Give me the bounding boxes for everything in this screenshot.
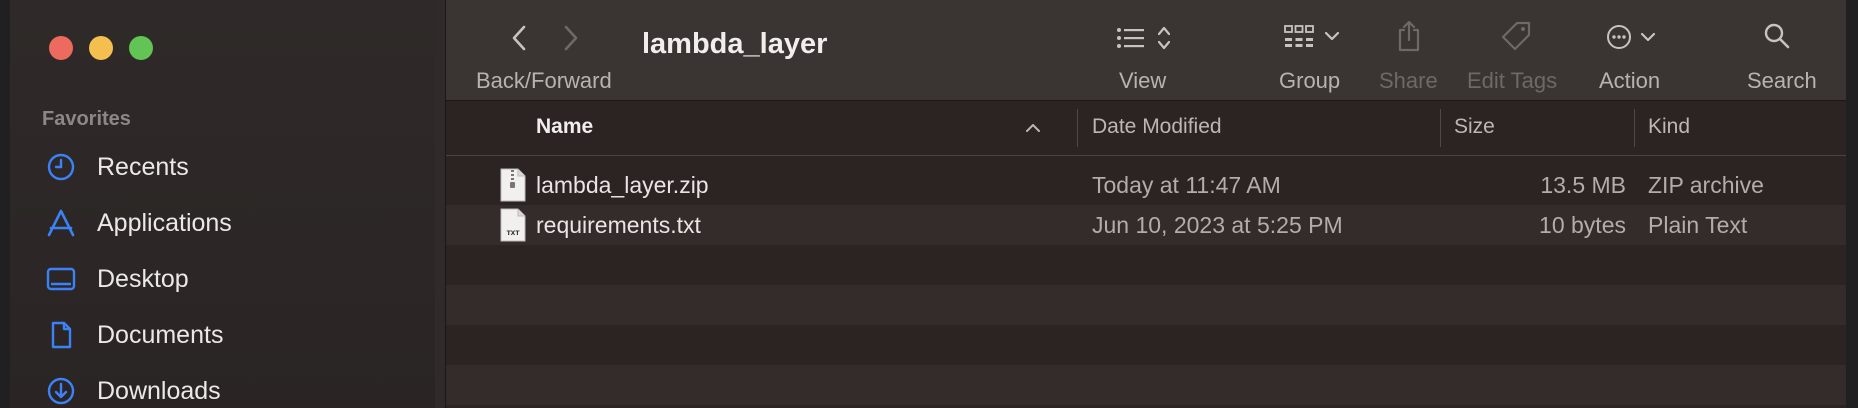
file-name: lambda_layer.zip xyxy=(536,172,709,198)
updown-chevron-icon[interactable] xyxy=(1156,24,1172,52)
sidebar-item-applications[interactable]: Applications xyxy=(46,203,426,243)
file-name: requirements.txt xyxy=(536,212,701,238)
applications-icon xyxy=(47,209,75,237)
edit-tags-label: Edit Tags xyxy=(1467,68,1558,93)
document-icon xyxy=(51,321,72,349)
column-separator[interactable] xyxy=(1440,109,1441,147)
back-icon[interactable] xyxy=(510,24,530,52)
chevron-down-icon[interactable] xyxy=(1324,30,1340,42)
column-size[interactable]: Size xyxy=(1454,115,1495,139)
back-forward-label: Back/Forward xyxy=(476,68,612,93)
window-title: lambda_layer xyxy=(642,28,828,60)
empty-row xyxy=(446,285,1846,325)
column-date-modified[interactable]: Date Modified xyxy=(1092,115,1222,139)
action-label: Action xyxy=(1599,68,1661,93)
column-name[interactable]: Name xyxy=(536,115,593,139)
download-icon xyxy=(47,377,75,405)
zoom-button[interactable] xyxy=(129,36,153,60)
file-type-badge: TXT xyxy=(507,230,521,237)
sidebar-item-label: Downloads xyxy=(97,376,221,405)
tag-icon[interactable] xyxy=(1500,20,1532,52)
empty-row xyxy=(446,325,1846,365)
chevron-down-icon[interactable] xyxy=(1640,31,1656,43)
close-button[interactable] xyxy=(49,36,73,60)
share-label: Share xyxy=(1379,68,1438,93)
sidebar-item-desktop[interactable]: Desktop xyxy=(46,259,426,299)
file-size: 13.5 MB xyxy=(1540,172,1626,198)
empty-row xyxy=(446,245,1846,285)
file-kind: ZIP archive xyxy=(1648,172,1764,198)
sidebar-item-label: Desktop xyxy=(97,264,189,293)
column-kind[interactable]: Kind xyxy=(1648,115,1690,139)
group-label: Group xyxy=(1279,68,1341,93)
sidebar: Favorites Recents Applications Desktop D… xyxy=(10,0,435,408)
sidebar-item-label: Recents xyxy=(97,152,189,181)
toolbar: Back/Forward lambda_layer View Group Sha… xyxy=(446,0,1846,101)
empty-row xyxy=(446,365,1846,405)
file-row[interactable]: lambda_layer.zip Today at 11:47 AM 13.5 … xyxy=(446,165,1846,205)
sort-ascending-icon[interactable] xyxy=(1025,122,1041,134)
text-file-icon: TXT xyxy=(500,208,526,242)
sidebar-item-recents[interactable]: Recents xyxy=(46,147,426,187)
group-grid-icon[interactable] xyxy=(1284,24,1314,50)
file-kind: Plain Text xyxy=(1648,212,1748,238)
sidebar-divider xyxy=(435,0,445,408)
column-separator[interactable] xyxy=(1634,109,1635,147)
finder-window: Favorites Recents Applications Desktop D… xyxy=(10,0,1846,408)
file-list: Name Date Modified Size Kind lambda_laye… xyxy=(446,101,1846,408)
list-view-icon[interactable] xyxy=(1116,26,1146,50)
view-label: View xyxy=(1119,68,1167,93)
sidebar-section-favorites: Favorites xyxy=(42,108,131,130)
column-separator[interactable] xyxy=(1077,109,1078,147)
forward-icon[interactable] xyxy=(560,24,580,52)
file-row[interactable]: TXT requirements.txt Jun 10, 2023 at 5:2… xyxy=(446,205,1846,245)
share-icon[interactable] xyxy=(1396,20,1422,52)
sidebar-item-label: Applications xyxy=(97,208,232,237)
zip-file-icon xyxy=(500,168,526,202)
ellipsis-circle-icon[interactable] xyxy=(1606,24,1632,50)
search-icon[interactable] xyxy=(1763,22,1791,50)
sidebar-item-label: Documents xyxy=(97,320,224,349)
sidebar-item-downloads[interactable]: Downloads xyxy=(46,371,426,408)
search-label: Search xyxy=(1747,68,1817,93)
column-header: Name Date Modified Size Kind xyxy=(446,101,1846,156)
sidebar-item-documents[interactable]: Documents xyxy=(46,315,426,355)
file-date: Jun 10, 2023 at 5:25 PM xyxy=(1092,212,1343,238)
clock-icon xyxy=(47,153,75,181)
file-date: Today at 11:47 AM xyxy=(1092,172,1281,198)
desktop-icon xyxy=(46,267,76,291)
file-size: 10 bytes xyxy=(1539,212,1626,238)
minimize-button[interactable] xyxy=(89,36,113,60)
